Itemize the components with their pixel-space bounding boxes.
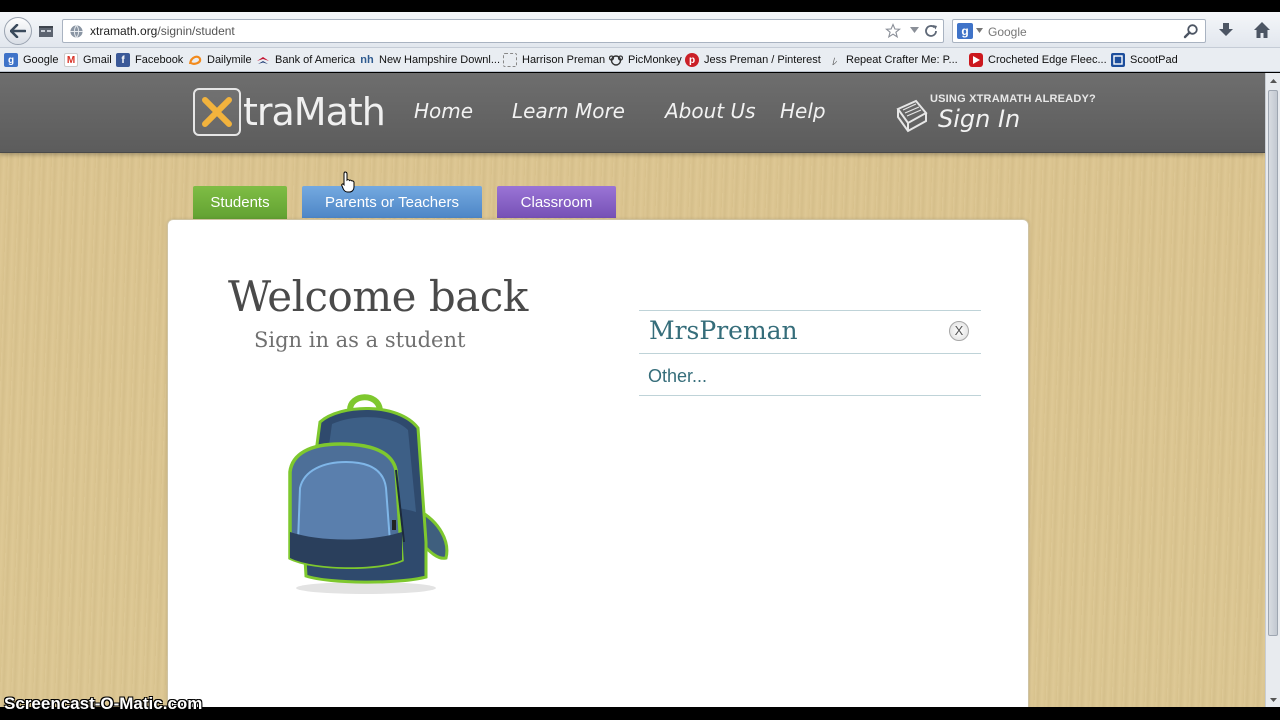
scroll-up-icon [1269,78,1277,83]
bookmark-label: Dailymile [207,54,252,66]
globe-icon [70,25,83,38]
bookmark-google[interactable]: g Google [4,53,58,67]
grid-page-icon [39,26,53,37]
bookmark-gmail[interactable]: M Gmail [64,53,112,67]
xtramath-logo[interactable]: traMath [193,88,386,136]
nav-learn-more[interactable]: Learn More [512,99,625,123]
bank-of-america-icon [256,53,270,67]
bookmark-label: Google [23,54,59,66]
bookmark-label: Facebook [135,54,184,66]
tab-parents-or-teachers[interactable]: Parents or Teachers [302,186,482,218]
bookmark-repeat-crafter[interactable]: ﾚ Repeat Crafter Me: P... [827,53,958,68]
url-bar[interactable]: xtramath.org/signin/student [62,19,944,43]
bookmark-label: Bank of America [275,54,356,66]
teacher-row-mrspreman[interactable]: MrsPreman X [639,310,981,353]
other-teacher-row[interactable]: Other... [639,353,981,396]
bookmark-label: New Hampshire Downl... [379,54,501,66]
bookmark-star-icon[interactable] [885,23,901,39]
bookmark-new-hampshire[interactable]: nh New Hampshire Downl... [360,53,500,67]
scroll-up-button[interactable] [1266,73,1280,88]
scroll-down-icon [1269,697,1277,702]
url-domain: xtramath.org [90,24,158,38]
page-title: Welcome back [228,272,528,321]
scrollbar-thumb[interactable] [1268,90,1278,636]
bookmark-scootpad[interactable]: ScootPad [1111,53,1178,67]
browser-toolbar: xtramath.org/signin/student g Google [0,12,1280,48]
picmonkey-icon [609,53,623,67]
url-text[interactable]: xtramath.org/signin/student [90,24,235,38]
facebook-icon: f [116,53,130,67]
bookmark-label: ScootPad [1130,54,1178,66]
signin-prompt: USING XTRAMATH ALREADY? [930,93,1096,105]
nav-about-us[interactable]: About Us [665,99,756,123]
mouse-cursor-icon [341,171,355,193]
page-subtitle: Sign in as a student [254,328,466,352]
dailymile-icon [188,53,202,67]
bookmark-crocheted-edge[interactable]: Crocheted Edge Fleec... [969,53,1107,67]
url-dropdown-icon[interactable] [910,27,919,33]
backpack-icon [288,394,449,594]
url-path: /signin/student [157,24,235,38]
bookmark-label: PicMonkey [628,54,682,66]
reload-icon[interactable] [923,23,939,39]
vertical-scrollbar[interactable] [1265,73,1280,707]
google-engine-icon[interactable]: g [957,23,973,39]
bookmark-dailymile[interactable]: Dailymile [188,53,252,67]
back-arrow-icon [10,24,26,38]
bookmark-bank-of-america[interactable]: Bank of America [256,53,355,67]
signin-label: Sign In [938,105,1021,133]
bookmark-harrison-preman[interactable]: Harrison Preman [503,53,605,67]
sign-in-link[interactable]: USING XTRAMATH ALREADY? Sign In [892,91,1112,137]
teacher-list: MrsPreman X Other... [639,310,981,396]
youtube-icon [969,53,983,67]
repeat-crafter-icon: ﾚ [831,56,837,68]
search-bar[interactable]: g Google [952,19,1206,43]
nav-help[interactable]: Help [780,99,826,123]
engine-dropdown-icon[interactable] [976,28,983,33]
nav-home[interactable]: Home [414,99,473,123]
scootpad-icon [1111,53,1125,67]
bookmark-picmonkey[interactable]: PicMonkey [609,53,682,67]
bookmark-label: Crocheted Edge Fleec... [988,54,1107,66]
home-icon[interactable] [1252,20,1272,40]
bookmark-label: Jess Preman / Pinterest [704,54,821,66]
web-page: traMath Home Learn More About Us Help US… [0,73,1265,707]
book-icon [896,99,928,133]
bookmark-facebook[interactable]: f Facebook [116,53,183,67]
bookmark-label: Repeat Crafter Me: P... [846,54,958,66]
search-input[interactable]: Google [988,25,1027,39]
logo-x-icon [202,97,232,127]
logo-x-mark [193,88,241,136]
page-info-button[interactable] [34,20,58,42]
new-hampshire-icon: nh [360,54,374,66]
bookmark-label: Harrison Preman [522,54,606,66]
signin-card: Welcome back Sign in as a student MrsPre… [167,219,1029,707]
google-icon: g [4,53,18,67]
bookmark-pinterest[interactable]: p Jess Preman / Pinterest [685,53,821,67]
remove-teacher-button[interactable]: X [949,321,969,341]
back-button[interactable] [4,17,32,45]
other-teacher-link[interactable]: Other... [648,366,707,387]
bookmark-label: Gmail [83,54,112,66]
bookmarks-bar: g Google M Gmail f Facebook Dailymile Bank … [0,48,1280,72]
page-icon [503,53,517,67]
screencast-watermark: Screencast-O-Matic.com [4,694,203,713]
site-header: traMath Home Learn More About Us Help US… [0,73,1265,153]
logo-text: traMath [243,90,386,134]
search-icon[interactable] [1183,23,1199,39]
tab-classroom[interactable]: Classroom [497,186,616,218]
download-icon[interactable] [1216,20,1236,40]
gmail-icon: M [64,53,78,67]
screen: xtramath.org/signin/student g Google g Go… [0,0,1280,720]
scroll-down-button[interactable] [1266,692,1280,707]
teacher-name[interactable]: MrsPreman [649,316,798,345]
pinterest-icon: p [685,53,699,67]
